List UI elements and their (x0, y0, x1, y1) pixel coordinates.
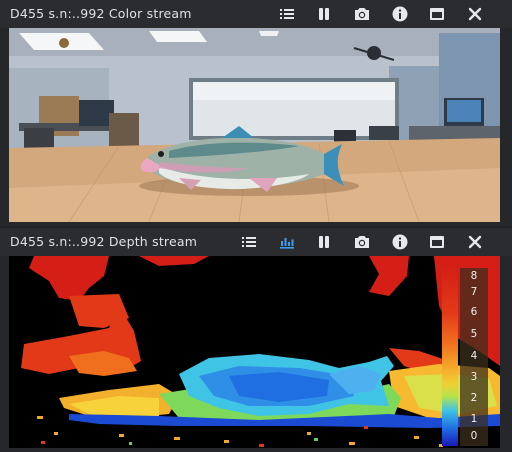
color-stream-panel: D455 s.n:..992 Color stream (0, 0, 512, 226)
depth-colorbar (442, 268, 458, 446)
camera-icon[interactable] (352, 232, 372, 252)
pause-icon[interactable] (314, 232, 334, 252)
color-stream-image (9, 28, 500, 222)
scale-label-4: 4 (470, 350, 478, 362)
scale-label-5: 5 (470, 328, 478, 340)
window-icon[interactable] (427, 4, 447, 24)
histogram-icon[interactable] (277, 232, 297, 252)
depth-stream-panel: D455 s.n:..992 Depth stream 8 7 6 5 4 3 … (0, 228, 512, 452)
window-icon[interactable] (427, 232, 447, 252)
scale-label-7: 7 (470, 286, 478, 298)
pause-icon[interactable] (314, 4, 334, 24)
info-icon[interactable] (390, 232, 410, 252)
scale-label-2: 2 (470, 392, 478, 404)
scale-label-0: 0 (470, 430, 478, 442)
color-stream-titlebar: D455 s.n:..992 Color stream (0, 0, 512, 28)
info-icon[interactable] (390, 4, 410, 24)
close-icon[interactable] (465, 232, 485, 252)
camera-icon[interactable] (352, 4, 372, 24)
depth-stream-title: D455 s.n:..992 Depth stream (10, 234, 198, 249)
depth-stream-image: 8 7 6 5 4 3 2 1 0 (9, 256, 500, 448)
scale-label-3: 3 (470, 371, 478, 383)
scale-label-1: 1 (470, 413, 478, 425)
scale-label-8: 8 (470, 270, 478, 282)
list-icon[interactable] (239, 232, 259, 252)
color-stream-title: D455 s.n:..992 Color stream (10, 6, 192, 21)
close-icon[interactable] (465, 4, 485, 24)
scale-label-6: 6 (470, 306, 478, 318)
list-icon[interactable] (277, 4, 297, 24)
depth-stream-titlebar: D455 s.n:..992 Depth stream (0, 228, 512, 256)
